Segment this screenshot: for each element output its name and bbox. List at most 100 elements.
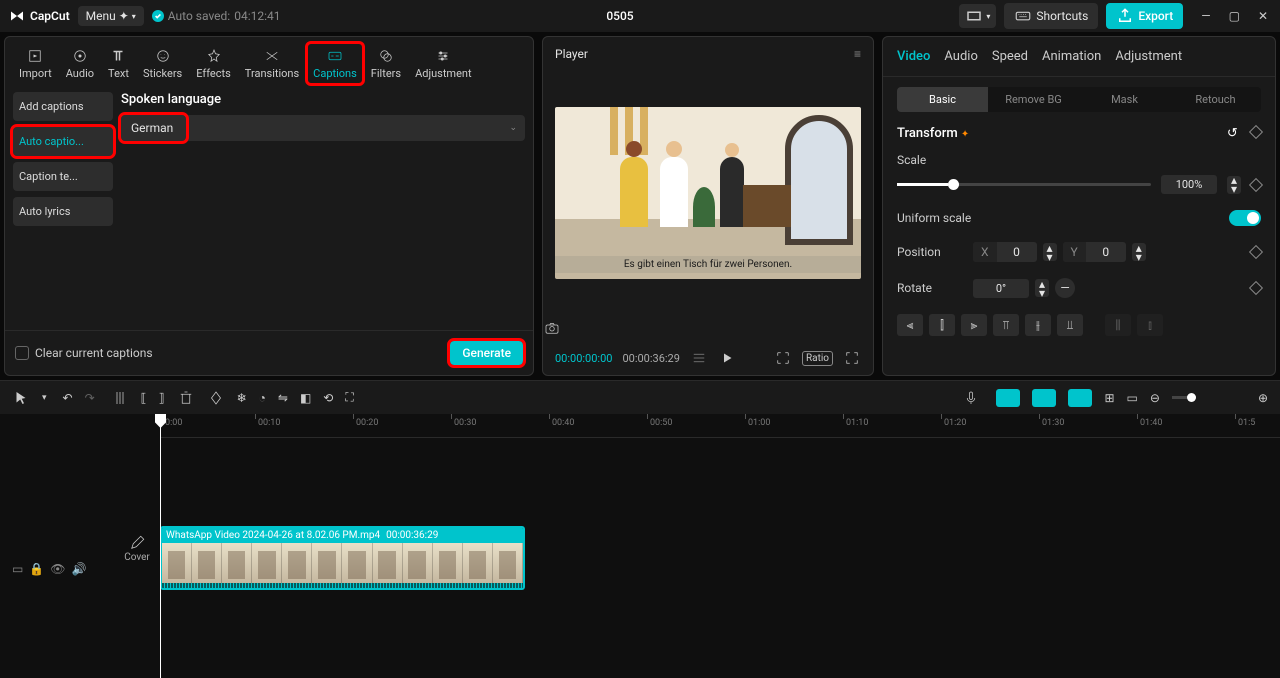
- sidebar-add-captions[interactable]: Add captions: [13, 92, 113, 121]
- prop-tab-video[interactable]: Video: [897, 49, 930, 64]
- mic-button[interactable]: [962, 389, 980, 407]
- shortcuts-button[interactable]: Shortcuts: [1004, 3, 1098, 29]
- reset-icon[interactable]: ↺: [1227, 126, 1238, 141]
- tab-transitions[interactable]: Transitions: [239, 43, 305, 84]
- prop-tab-animation[interactable]: Animation: [1042, 49, 1101, 64]
- scale-stepper[interactable]: ▴▾: [1227, 176, 1241, 194]
- keyframe-icon[interactable]: [1249, 245, 1263, 259]
- align-left[interactable]: ⫷: [897, 314, 923, 336]
- align-center-v[interactable]: ⫲: [1025, 314, 1051, 336]
- prop-tab-audio[interactable]: Audio: [944, 49, 977, 64]
- visibility-icon[interactable]: 👁: [50, 562, 65, 576]
- tab-adjustment[interactable]: Adjustment: [409, 43, 478, 84]
- rotate-button[interactable]: ⟲: [323, 391, 333, 405]
- zoom-out[interactable]: ⊖: [1150, 391, 1160, 405]
- zoom-in[interactable]: ⊕: [1258, 391, 1268, 405]
- tab-stickers[interactable]: Stickers: [137, 43, 188, 84]
- play-button[interactable]: [718, 349, 736, 367]
- mirror-button[interactable]: ◧: [300, 391, 311, 405]
- export-button[interactable]: Export: [1106, 3, 1183, 29]
- rotate-dial[interactable]: —: [1055, 278, 1075, 298]
- cursor-tool[interactable]: [12, 389, 30, 407]
- cover-button[interactable]: Cover: [120, 534, 154, 563]
- language-select[interactable]: German ⌄: [121, 115, 525, 141]
- playhead[interactable]: [160, 414, 161, 678]
- lock-icon[interactable]: 🔒: [29, 562, 44, 576]
- import-icon: [26, 47, 44, 65]
- collapse-icon[interactable]: ▭: [12, 562, 23, 576]
- snap-link[interactable]: [1068, 389, 1092, 407]
- sidebar-auto-captions[interactable]: Auto captio...: [13, 127, 113, 156]
- generate-button[interactable]: Generate: [450, 341, 523, 365]
- subtab-basic[interactable]: Basic: [897, 87, 988, 112]
- uniform-toggle[interactable]: [1229, 210, 1261, 226]
- subtab-retouch[interactable]: Retouch: [1170, 87, 1261, 112]
- align-right[interactable]: ⫸: [961, 314, 987, 336]
- scale-value[interactable]: 100%: [1161, 175, 1217, 194]
- project-title[interactable]: 0505: [289, 9, 952, 23]
- frame-list-icon[interactable]: [690, 349, 708, 367]
- cursor-dropdown[interactable]: ▾: [42, 393, 47, 403]
- crop-button[interactable]: ⛶: [345, 390, 353, 405]
- snapshot-button[interactable]: [543, 315, 873, 341]
- clear-captions-checkbox[interactable]: Clear current captions: [15, 346, 153, 360]
- redo-button[interactable]: ↷: [85, 391, 95, 405]
- scan-icon[interactable]: [774, 349, 792, 367]
- mute-icon[interactable]: 🔊: [72, 562, 87, 576]
- keyframe-icon[interactable]: [1249, 281, 1263, 295]
- prop-tab-adjustment[interactable]: Adjustment: [1115, 49, 1182, 64]
- undo-button[interactable]: ↶: [63, 391, 73, 405]
- camera-icon: [543, 319, 561, 337]
- sidebar-auto-lyrics[interactable]: Auto lyrics: [13, 197, 113, 226]
- player-canvas[interactable]: Es gibt einen Tisch für zwei Personen.: [543, 71, 873, 315]
- tab-filters[interactable]: Filters: [365, 43, 407, 84]
- split-button[interactable]: [111, 389, 129, 407]
- zoom-slider[interactable]: [1172, 396, 1196, 399]
- speed-button[interactable]: ◔: [259, 391, 266, 405]
- aspect-dropdown[interactable]: ▾: [959, 4, 996, 28]
- snap-main-track[interactable]: [996, 389, 1020, 407]
- ratio-button[interactable]: Ratio: [802, 351, 833, 366]
- tab-audio[interactable]: Audio: [60, 43, 100, 84]
- track-height[interactable]: ▭: [1127, 391, 1138, 405]
- marker-button[interactable]: [207, 389, 225, 407]
- pos-y-input[interactable]: Y0: [1063, 242, 1126, 262]
- minimize-button[interactable]: —: [1197, 7, 1214, 25]
- scale-slider[interactable]: [897, 183, 1151, 186]
- freeze-button[interactable]: ❄: [237, 391, 247, 405]
- keyframe-icon[interactable]: [1249, 177, 1263, 191]
- tab-import[interactable]: Import: [13, 43, 58, 84]
- player-menu-icon[interactable]: ≡: [854, 47, 861, 61]
- ruler[interactable]: 00:00 00:10 00:20 00:30 00:40 00:50 01:0…: [160, 414, 1280, 438]
- video-clip[interactable]: WhatsApp Video 2024-04-26 at 8.02.06 PM.…: [160, 526, 525, 590]
- delete-button[interactable]: [177, 389, 195, 407]
- maximize-button[interactable]: ▢: [1225, 7, 1244, 25]
- tab-captions[interactable]: Captions: [307, 43, 363, 84]
- trim-right[interactable]: ⟧: [159, 391, 165, 405]
- close-button[interactable]: ✕: [1254, 7, 1272, 25]
- tab-effects[interactable]: Effects: [190, 43, 237, 84]
- keyframe-icon[interactable]: [1249, 125, 1263, 139]
- sidebar-caption-templates[interactable]: Caption te...: [13, 162, 113, 191]
- rotate-stepper[interactable]: ▴▾: [1035, 279, 1049, 297]
- snap-magnet[interactable]: [1032, 389, 1056, 407]
- prop-tab-speed[interactable]: Speed: [992, 49, 1028, 64]
- clip-waveform: [162, 583, 523, 590]
- pos-y-stepper[interactable]: ▴▾: [1132, 243, 1146, 261]
- rotate-value[interactable]: 0°: [973, 279, 1029, 298]
- pos-x-stepper[interactable]: ▴▾: [1043, 243, 1057, 261]
- fullscreen-button[interactable]: [843, 349, 861, 367]
- reverse-button[interactable]: ⇋: [278, 391, 288, 405]
- preview-toggle[interactable]: ⊞: [1104, 391, 1114, 405]
- trim-left[interactable]: ⟦: [141, 391, 147, 405]
- timeline[interactable]: 00:00 00:10 00:20 00:30 00:40 00:50 01:0…: [0, 414, 1280, 678]
- subtab-mask[interactable]: Mask: [1079, 87, 1170, 112]
- align-bottom[interactable]: ⫫: [1057, 314, 1083, 336]
- subtab-removebg[interactable]: Remove BG: [988, 87, 1079, 112]
- pos-x-input[interactable]: X0: [973, 242, 1037, 262]
- align-center-h[interactable]: ⫿: [929, 314, 955, 336]
- tab-text[interactable]: Text: [102, 43, 135, 84]
- align-top[interactable]: ⫪: [993, 314, 1019, 336]
- audio-icon: [71, 47, 89, 65]
- menu-button[interactable]: Menu ✦ ▾: [78, 6, 144, 26]
